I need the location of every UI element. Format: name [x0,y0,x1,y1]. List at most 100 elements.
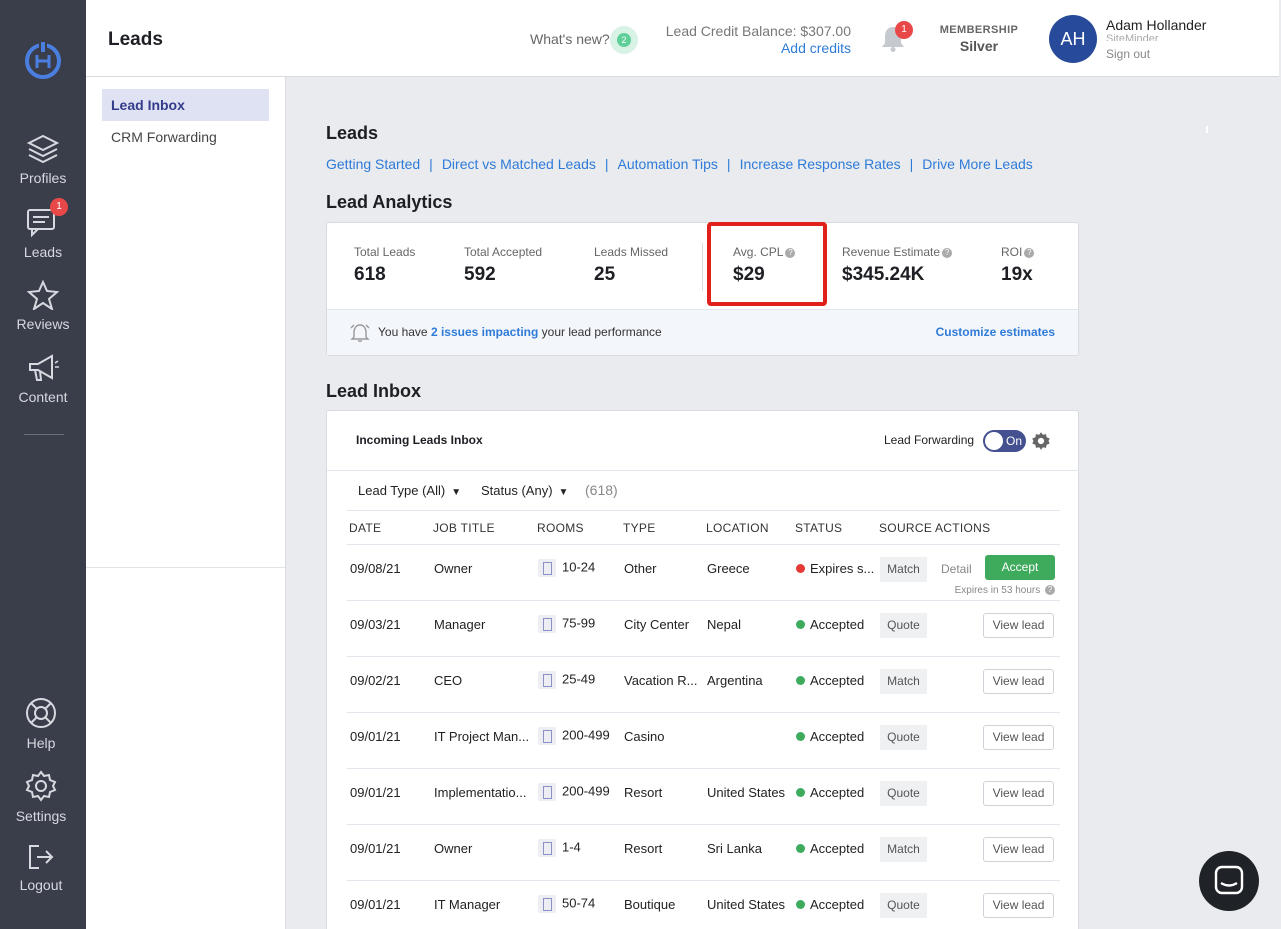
expires-note-text: Expires in 53 hours [954,585,1041,596]
whats-new-badge[interactable]: 2 [610,26,638,54]
gear-icon[interactable] [1031,431,1051,451]
help-icon[interactable]: ? [942,248,953,258]
cell-status: Accepted [796,673,876,688]
cell-status: Accepted [796,897,876,912]
building-icon [538,615,556,633]
accept-button[interactable]: Accept [985,555,1055,580]
issues-prefix: You have [378,325,431,339]
issues-link[interactable]: 2 issues impacting [431,325,538,339]
view-lead-button[interactable]: View lead [983,893,1054,918]
cell-location: Sri Lanka [707,841,762,856]
chat-fab-button[interactable] [1199,851,1259,911]
cell-date: 09/08/21 [350,561,401,576]
megaphone-icon [29,354,59,381]
rail-item-leads[interactable]: 1 Leads [0,198,86,260]
table-row[interactable]: 09/08/21 Owner 10-24 Other Greece Expires s..… [347,545,1060,601]
table-row[interactable]: 09/01/21 Implementatio... 200-499 Resort Uni… [347,769,1060,825]
whats-new-link[interactable]: What's new? [530,31,610,47]
view-lead-button[interactable]: View lead [983,613,1054,638]
avatar[interactable]: AH [1049,15,1097,63]
view-lead-button[interactable]: View lead [983,781,1054,806]
cell-rooms: 1-4 [538,839,622,857]
scroll-indicator[interactable] [1206,126,1208,133]
layers-icon [27,134,59,164]
cell-rooms: 25-49 [538,671,622,689]
rail-label-logout: Logout [19,877,63,893]
detail-link[interactable]: Detail [941,562,972,576]
analytics-heading: Lead Analytics [326,192,453,212]
notifications-badge: 1 [895,21,913,39]
forwarding-label: Lead Forwarding [884,433,975,447]
table-row[interactable]: 09/01/21 Owner 1-4 Resort Sri Lanka Accepted M… [347,825,1060,881]
leads-table: DATE JOB TITLE ROOMS TYPE LOCATION STATU… [347,510,1060,929]
stat-value: 25 [594,264,616,285]
cell-date: 09/01/21 [350,897,401,912]
col-job-title[interactable]: JOB TITLE [433,521,495,535]
view-lead-button[interactable]: View lead [983,837,1054,862]
cell-status: Expires s... [796,561,876,576]
col-source[interactable]: SOURCE [879,521,932,535]
cell-type: Resort [624,785,663,800]
status-dot [796,732,805,741]
stat-roi: ROI? 19x [1001,245,1035,286]
source-badge: Quote [880,893,927,918]
view-lead-button[interactable]: View lead [983,669,1054,694]
status-dot [796,564,805,573]
col-type[interactable]: TYPE [623,521,656,535]
main-content: Leads Getting Started | Direct vs Matched … [286,77,1279,929]
cell-rooms-value: 200-499 [562,783,610,799]
table-row[interactable]: 09/01/21 IT Manager 50-74 Boutique United St… [347,881,1060,929]
link-drive-more-leads[interactable]: Drive More Leads [922,156,1033,172]
stat-value: 19x [1001,264,1033,285]
stat-label-wrap: Revenue Estimate? [842,245,953,259]
status-filter[interactable]: Status (Any) ▼ [481,483,568,498]
rail-item-settings[interactable]: Settings [0,770,84,824]
cell-rooms-value: 25-49 [562,671,596,687]
add-credits-link[interactable]: Add credits [666,40,851,57]
rail-item-reviews[interactable]: Reviews [0,280,86,332]
status-dot [796,900,805,909]
sign-out-link[interactable]: Sign out [1106,47,1206,61]
building-icon [538,727,556,745]
source-badge: Match [880,557,927,582]
membership: MEMBERSHIP Silver [936,24,1022,54]
link-increase-response[interactable]: Increase Response Rates [740,156,901,172]
cell-job-title: Manager [434,617,486,632]
table-row[interactable]: 09/01/21 IT Project Man... 200-499 Casino Ac… [347,713,1060,769]
subnav-crm-forwarding[interactable]: CRM Forwarding [102,121,269,153]
cell-location: United States [707,897,786,912]
help-icon[interactable]: ? [1045,585,1055,595]
link-separator: | [429,156,433,172]
inbox-heading: Lead Inbox [326,381,422,401]
col-rooms[interactable]: ROOMS [537,521,584,535]
rail-item-profiles[interactable]: Profiles [0,134,86,186]
cell-status-value: Accepted [810,673,865,688]
col-status[interactable]: STATUS [795,521,842,535]
rail-item-content[interactable]: Content [0,353,86,405]
customize-estimates-link[interactable]: Customize estimates [936,325,1055,339]
hotel-logo-icon[interactable] [22,38,64,80]
view-lead-button[interactable]: View lead [983,725,1054,750]
link-automation-tips[interactable]: Automation Tips [618,156,718,172]
rail-item-logout[interactable]: Logout [0,843,84,893]
lead-type-filter[interactable]: Lead Type (All) ▼ [358,483,461,498]
highlight-box [707,222,827,306]
link-getting-started[interactable]: Getting Started [326,156,420,172]
col-date[interactable]: DATE [349,521,381,535]
link-direct-vs-matched[interactable]: Direct vs Matched Leads [442,156,596,172]
forwarding-toggle[interactable]: On [983,430,1026,452]
subnav-lead-inbox[interactable]: Lead Inbox [102,89,269,121]
gear-icon [25,770,57,802]
help-icon[interactable]: ? [1024,248,1035,258]
cell-job-title: Owner [434,561,473,576]
table-row[interactable]: 09/03/21 Manager 75-99 City Center Nepal Acce… [347,601,1060,657]
alarm-icon [350,324,370,342]
rail-item-help[interactable]: Help [0,697,84,751]
lead-type-filter-label: Lead Type (All) [358,483,446,498]
rail-label-settings: Settings [15,808,67,824]
table-row[interactable]: 09/02/21 CEO 25-49 Vacation R... Argentina Ac… [347,657,1060,713]
issues-text: You have 2 issues impacting your lead pe… [378,325,662,339]
rail-label-profiles: Profiles [19,170,67,186]
col-location[interactable]: LOCATION [706,521,769,535]
membership-label: MEMBERSHIP [939,24,1019,36]
